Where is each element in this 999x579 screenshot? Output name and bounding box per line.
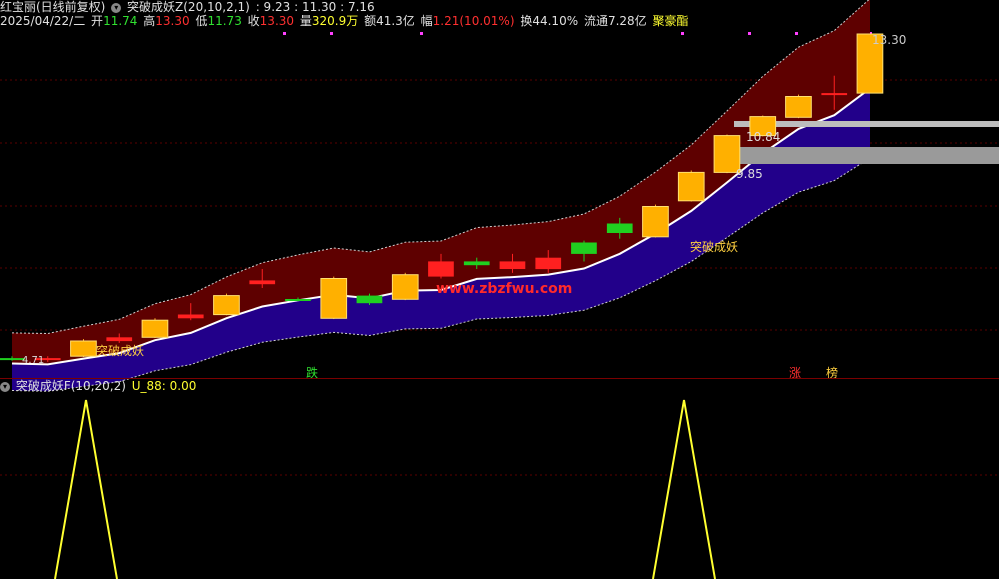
candle-body (606, 223, 633, 233)
indicator-main-values: : 9.23 : 11.30 : 7.16 (255, 0, 375, 14)
high-label: 高 (143, 14, 156, 28)
candle-body (677, 171, 705, 202)
candle-body (141, 319, 169, 338)
watermark: www.zbzfwu.com (436, 281, 573, 297)
candle-body (821, 93, 848, 96)
candle-body (106, 337, 133, 342)
left-value-label: 4.71 (22, 355, 45, 366)
candle-body (70, 340, 97, 357)
candle-body (249, 280, 276, 285)
signal-label-2: 突破成妖 (690, 240, 739, 254)
price-max-label: 13.30 (872, 33, 907, 47)
candle-body (285, 299, 311, 301)
indicator-dropdown-icon[interactable]: ▾ (111, 2, 122, 13)
float-value: 7.28亿 (607, 14, 647, 28)
sub-indicator-chart[interactable] (0, 390, 999, 579)
candle-body (320, 278, 348, 319)
volume-label: 量 (299, 14, 312, 28)
change-label: 幅 (420, 14, 433, 28)
open-label: 开 (91, 14, 104, 28)
volume-value: 320.9万 (311, 14, 359, 28)
open-value: 11.74 (103, 14, 138, 28)
extra-tag[interactable]: 聚豪酯 (653, 14, 689, 28)
turnover-value: 44.10% (532, 14, 579, 28)
candle-body (535, 257, 562, 270)
candle-body (785, 96, 812, 118)
high-value: 13.30 (155, 14, 190, 28)
float-label: 流通 (583, 14, 608, 28)
low-label: 低 (195, 14, 208, 28)
indicator-spike-2 (652, 399, 716, 579)
candle-body (391, 274, 419, 300)
indicator-main-name[interactable]: 突破成妖Z(20,10,2,1) (127, 0, 250, 14)
quote-bar: 2025/04/22/二 开11.74 高13.30 低11.73 收13.30… (0, 14, 691, 29)
turnover-label: 换 (520, 14, 533, 28)
candle-body (499, 261, 526, 269)
price-mid-label: 10.84 (746, 130, 781, 144)
chart-title-bar: 红宝丽(日线前复权) ▾ 突破成妖Z(20,10,2,1) : 9.23 : 1… (0, 0, 377, 15)
candle-body (428, 261, 454, 277)
candle-body (642, 206, 669, 238)
amount-label: 额 (364, 14, 377, 28)
low-value: 11.73 (207, 14, 242, 28)
close-value: 13.30 (259, 14, 295, 28)
stock-title[interactable]: 红宝丽(日线前复权) (0, 0, 105, 14)
candle-body (571, 242, 597, 254)
indicator-spike-1 (54, 399, 118, 579)
price-low-label: 9.85 (736, 167, 763, 181)
top-markers (283, 32, 872, 35)
resistance-bar-lower (734, 147, 999, 164)
change-value: 1.21(10.01%) (432, 14, 515, 28)
candle-body (356, 295, 383, 304)
candle-body (463, 261, 490, 266)
candle-body (177, 314, 204, 319)
close-label: 收 (247, 14, 260, 28)
amount-value: 41.3亿 (376, 14, 415, 28)
quote-date: 2025/04/22/二 (0, 14, 86, 28)
price-band (11, 0, 871, 392)
signal-label-1: 突破成妖 (96, 344, 145, 358)
candle-body (213, 295, 240, 316)
